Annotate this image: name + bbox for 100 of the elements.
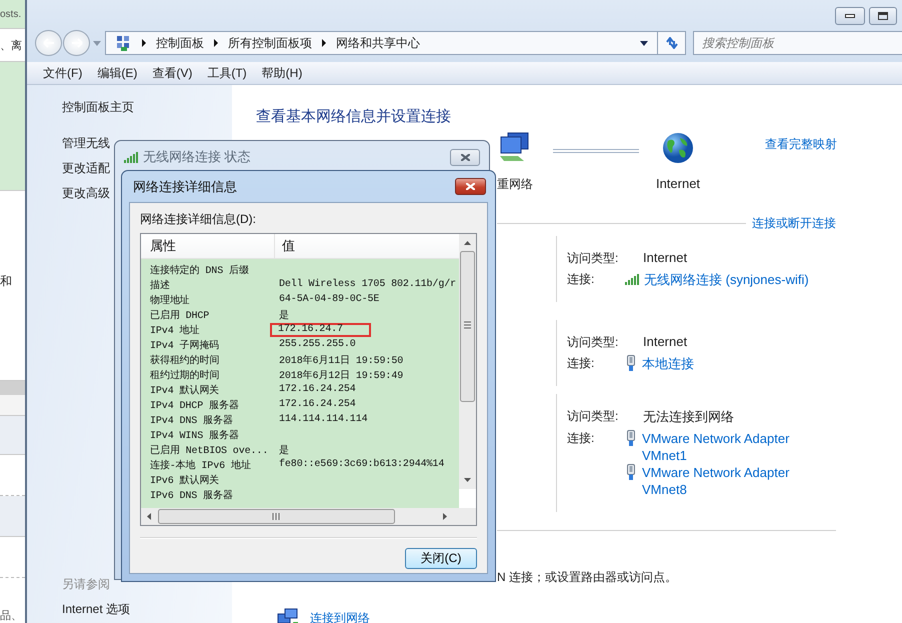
caret-icon bbox=[93, 40, 101, 46]
property-cell-text: IPv6 DNS 服务器 bbox=[149, 489, 234, 502]
field-value: Internet bbox=[643, 334, 688, 349]
task-description: N 连接；或设置路由器或访问点。 bbox=[497, 569, 677, 586]
value-cell-text: 64-5A-04-89-0C-5E bbox=[278, 294, 380, 305]
page-text: osts. bbox=[0, 8, 22, 20]
page-heading: 查看基本网络信息并设置连接 bbox=[256, 107, 452, 126]
value-cell-text: 114.114.114.114 bbox=[278, 414, 368, 425]
minimize-icon bbox=[845, 14, 855, 18]
chevron-icon bbox=[214, 39, 218, 47]
refresh-icon bbox=[666, 37, 678, 49]
field-label: 连接: bbox=[567, 430, 594, 447]
connection-link[interactable]: 无线网络连接 (synjones-wifi) bbox=[644, 271, 809, 288]
connection-link[interactable]: 本地连接 bbox=[642, 355, 694, 372]
maximize-button[interactable] bbox=[869, 7, 897, 25]
breadcrumb[interactable]: 网络和共享中心 bbox=[336, 34, 420, 52]
page-row bbox=[0, 395, 25, 416]
node-label: 重网络 bbox=[497, 176, 533, 193]
section-title: 另请参阅 bbox=[62, 577, 110, 592]
field-label: 连接: bbox=[567, 271, 594, 288]
list-label: 网络连接详细信息(D): bbox=[140, 211, 257, 228]
menu-item[interactable]: 查看(V) bbox=[152, 64, 192, 82]
close-icon bbox=[466, 183, 475, 190]
globe-icon bbox=[662, 132, 694, 164]
close-dialog-button[interactable]: 关闭(C) bbox=[405, 548, 477, 569]
property-cell-text: 租约过期的时间 bbox=[149, 368, 220, 382]
refresh-button[interactable] bbox=[658, 31, 686, 55]
connect-link[interactable]: 连接或断开连接 bbox=[752, 215, 836, 232]
property-cell-text: 获得租约的时间 bbox=[149, 354, 220, 366]
sidebar-link[interactable]: Internet 选项 bbox=[62, 602, 130, 617]
property-cell-text: 物理地址 bbox=[149, 294, 191, 306]
highlighted-value: 172.16.24.7 bbox=[270, 322, 371, 336]
breadcrumb[interactable]: 所有控制面板项 bbox=[228, 34, 312, 52]
property-cell-text: IPv4 WINS 服务器 bbox=[149, 429, 240, 442]
signal-icon bbox=[124, 151, 138, 163]
task-link[interactable]: 连接到网络 bbox=[310, 610, 370, 623]
plug-icon bbox=[625, 430, 637, 446]
field-label: 访问类型: bbox=[567, 334, 618, 351]
value-cell-text: fe80::e569:3c69:b613:2944%14 bbox=[278, 459, 444, 470]
page-text: 和 bbox=[0, 273, 13, 290]
property-cell-text: 已启用 DHCP bbox=[149, 308, 210, 322]
value-cell-text: 172.16.24.254 bbox=[278, 384, 356, 395]
sidebar-link[interactable]: 控制面板主页 bbox=[62, 100, 134, 115]
menu-item[interactable]: 编辑(E) bbox=[97, 64, 138, 82]
field-label: 访问类型: bbox=[567, 408, 618, 425]
value-cell-text: Dell Wireless 1705 802.11b/g/r bbox=[278, 279, 456, 290]
page-row bbox=[0, 416, 25, 455]
property-cell-text: 描述 bbox=[149, 278, 171, 292]
page-row bbox=[0, 496, 25, 537]
value-cell-text: 2018年6月12日 19:59:49 bbox=[278, 369, 404, 382]
property-cell-text: 已启用 NetBIOS ove... bbox=[149, 444, 270, 456]
dialog-title: 无线网络连接 状态 bbox=[143, 148, 251, 166]
network-setup-icon bbox=[276, 608, 300, 623]
column-header: 值 bbox=[281, 237, 295, 255]
sidebar-link[interactable]: 更改适配 bbox=[62, 161, 110, 176]
field-value: Internet bbox=[643, 250, 688, 265]
value-cell-text: 2018年6月11日 19:59:50 bbox=[278, 354, 404, 366]
close-icon bbox=[460, 154, 470, 160]
value-cell-text: 是 bbox=[278, 444, 289, 456]
property-cell-text: IPv4 子网掩码 bbox=[149, 339, 220, 352]
breadcrumb[interactable]: 控制面板 bbox=[156, 34, 204, 52]
field-value: 无法连接到网络 bbox=[643, 408, 734, 426]
minimize-button[interactable] bbox=[835, 7, 865, 25]
menu-item[interactable]: 文件(F) bbox=[43, 64, 82, 82]
connection-link[interactable]: VMware Network Adapter VMnet8 bbox=[642, 464, 812, 498]
page-text: 、离 bbox=[0, 38, 22, 52]
search-field[interactable]: 搜索控制面板 bbox=[693, 31, 902, 55]
property-cell-text: IPv4 DHCP 服务器 bbox=[149, 399, 240, 412]
property-cell-text: IPv4 地址 bbox=[149, 324, 200, 336]
property-cell-text: IPv4 DNS 服务器 bbox=[149, 414, 234, 426]
node-label: Internet bbox=[656, 176, 700, 191]
close-button[interactable] bbox=[450, 148, 480, 166]
page-toolbar bbox=[0, 381, 25, 395]
full-map-link[interactable]: 查看完整映射 bbox=[765, 136, 837, 153]
chevron-icon bbox=[322, 39, 326, 47]
menu-item[interactable]: 帮助(H) bbox=[262, 64, 302, 82]
column-header: 属性 bbox=[141, 234, 275, 258]
signal-icon bbox=[625, 273, 639, 285]
connection-link[interactable]: VMware Network Adapter VMnet1 bbox=[642, 430, 812, 464]
value-cell-text: 172.16.24.254 bbox=[278, 399, 356, 410]
property-cell-text: 连接特定的 DNS 后缀 bbox=[149, 264, 250, 276]
property-cell-text: IPv4 默认网关 bbox=[149, 384, 220, 396]
dialog-title: 网络连接详细信息 bbox=[133, 178, 237, 196]
close-button[interactable] bbox=[455, 178, 486, 195]
page-text: 品、 bbox=[0, 609, 23, 623]
value-cell-text: 是 bbox=[278, 309, 289, 322]
plug-icon bbox=[625, 355, 637, 371]
property-cell-text: 连接-本地 IPv6 地址 bbox=[149, 458, 252, 472]
caret-icon bbox=[640, 40, 648, 46]
menu-item[interactable]: 工具(T) bbox=[207, 64, 247, 82]
value-cell-text: 255.255.255.0 bbox=[278, 339, 356, 350]
plug-icon bbox=[625, 464, 637, 480]
sidebar-link[interactable]: 管理无线 bbox=[62, 136, 110, 151]
field-label: 连接: bbox=[567, 355, 594, 372]
control-panel-icon bbox=[116, 35, 132, 51]
field-label: 访问类型: bbox=[567, 250, 618, 267]
property-cell-text: IPv6 默认网关 bbox=[149, 474, 220, 486]
chevron-icon bbox=[142, 39, 146, 47]
maximize-icon bbox=[878, 12, 888, 20]
sidebar-link[interactable]: 更改高级 bbox=[62, 186, 110, 201]
